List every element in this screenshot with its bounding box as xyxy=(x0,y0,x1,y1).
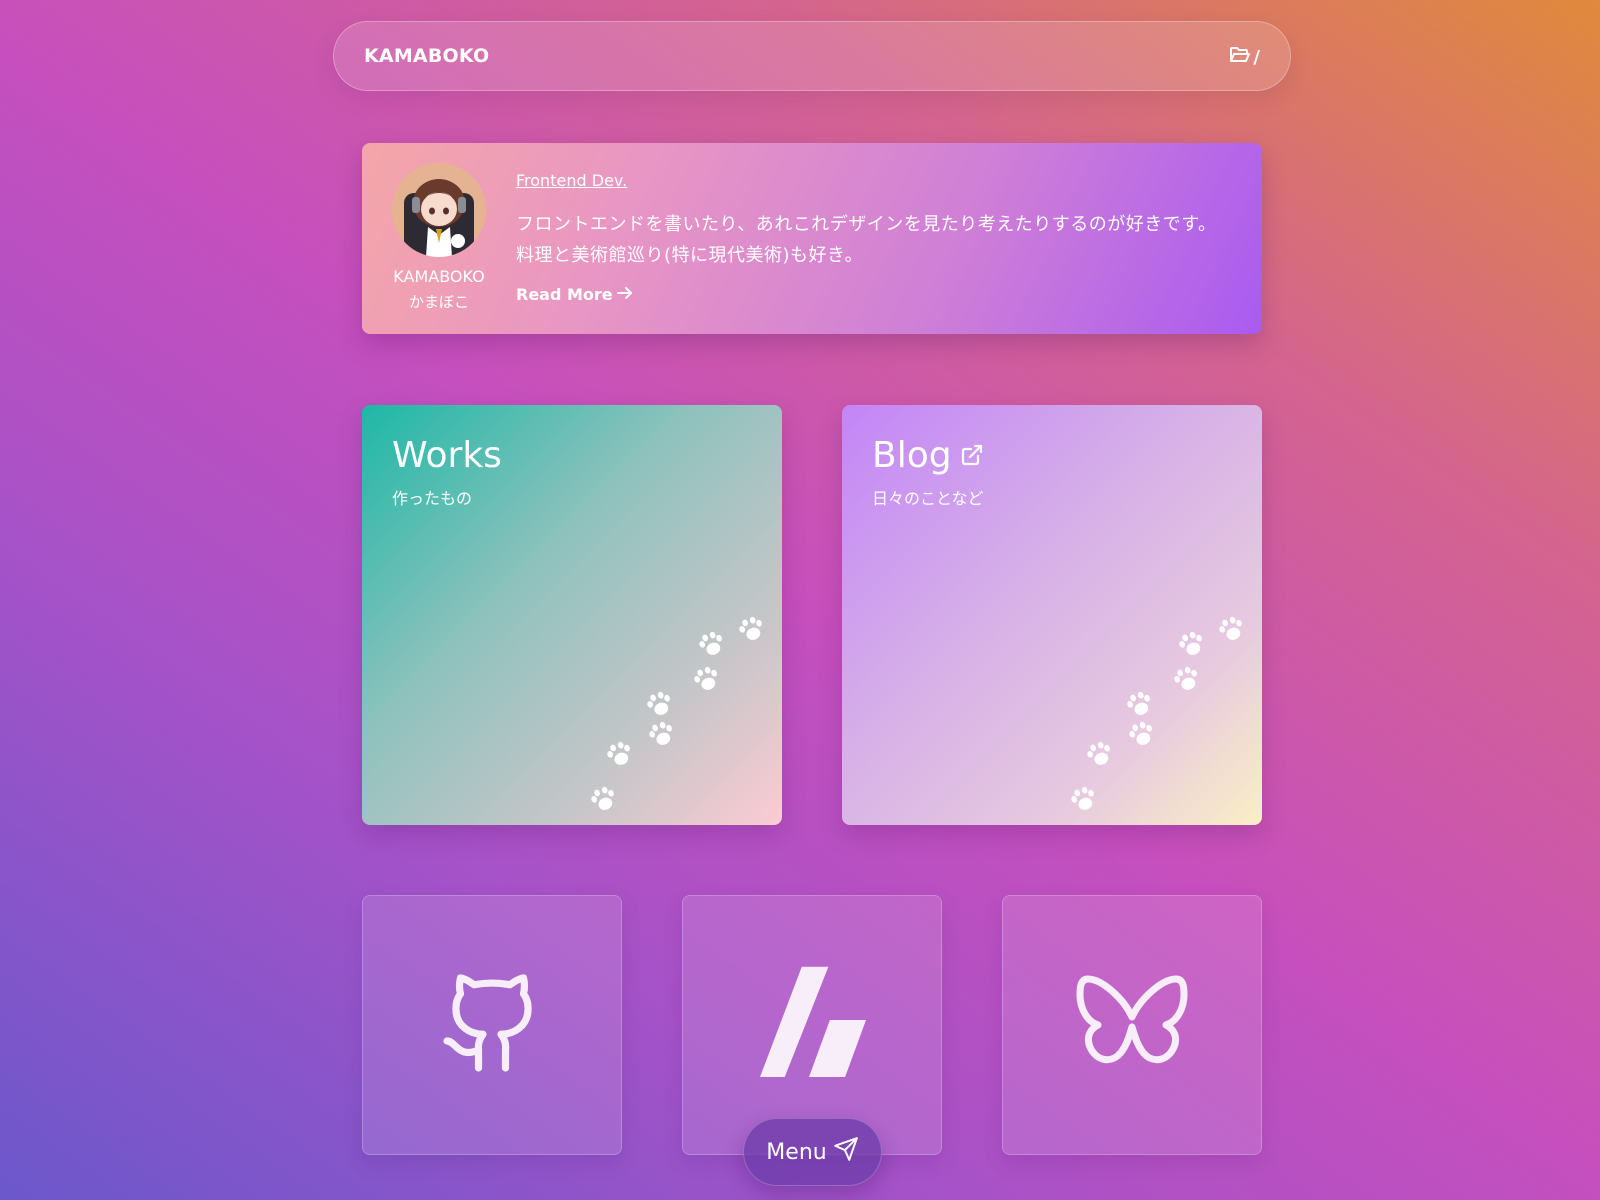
profile-card: KAMABOKO かまぼこ Frontend Dev. フロントエンドを書いたり… xyxy=(362,143,1262,334)
github-link[interactable] xyxy=(362,895,622,1155)
blog-tile[interactable]: Blog 日々のことなど xyxy=(842,405,1262,825)
profile-name-jp: かまぼこ xyxy=(408,293,469,311)
site-header: KAMABOKO / xyxy=(333,21,1291,91)
bluesky-link[interactable] xyxy=(1002,895,1262,1155)
avatar xyxy=(392,163,486,257)
folder-open-icon xyxy=(1229,46,1251,68)
arrow-right-icon xyxy=(616,285,633,304)
menu-button[interactable]: Menu xyxy=(743,1118,882,1186)
path-button[interactable]: / xyxy=(1229,42,1260,72)
zenn-link[interactable] xyxy=(682,895,942,1155)
send-icon xyxy=(833,1136,859,1168)
github-icon xyxy=(438,969,546,1081)
menu-label: Menu xyxy=(766,1139,827,1165)
read-more-label: Read More xyxy=(516,285,613,304)
path-label: / xyxy=(1253,46,1260,68)
read-more-link[interactable]: Read More xyxy=(516,285,633,304)
zenn-icon xyxy=(752,963,872,1087)
paw-prints-icon xyxy=(591,616,762,810)
profile-role-link[interactable]: Frontend Dev. xyxy=(516,171,627,190)
profile-name-en: KAMABOKO xyxy=(393,267,485,286)
works-tile[interactable]: Works 作ったもの xyxy=(362,405,782,825)
site-brand[interactable]: KAMABOKO xyxy=(364,45,489,67)
profile-bio: フロントエンドを書いたり、あれこれデザインを見たり考えたりするのが好きです。料理… xyxy=(516,214,1217,266)
paw-prints-icon xyxy=(1071,616,1242,810)
bluesky-icon xyxy=(1076,973,1188,1077)
